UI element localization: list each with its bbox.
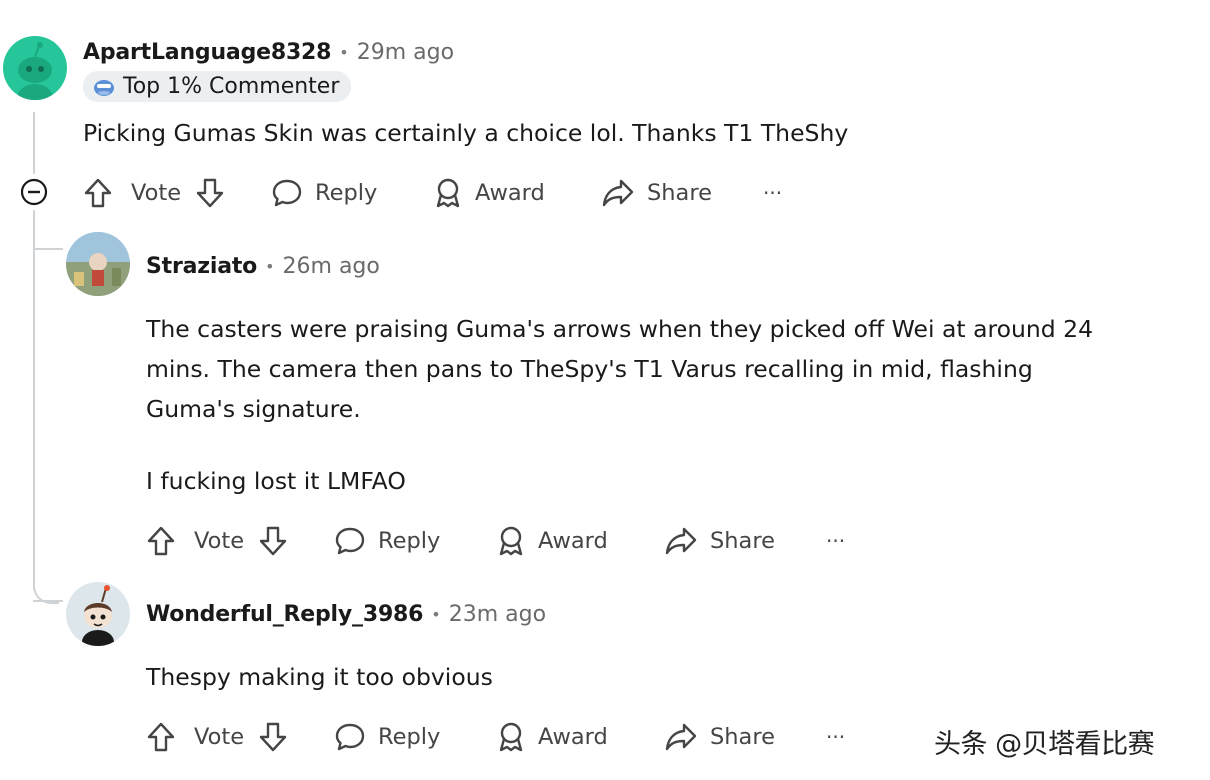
more-options-icon: ···	[826, 725, 846, 749]
upvote-icon[interactable]	[146, 721, 176, 753]
upvote-icon[interactable]	[146, 525, 176, 557]
share-button[interactable]: Share	[664, 716, 775, 758]
comment-text-line: Guma's signature.	[146, 395, 361, 423]
share-button[interactable]: Share	[601, 172, 712, 214]
avatar[interactable]	[66, 232, 130, 296]
vote-label: Vote	[131, 180, 182, 206]
comment-actions: Vote Reply Award Share ···	[83, 172, 803, 214]
reply-button[interactable]: Reply	[334, 716, 440, 758]
upvote-icon[interactable]	[83, 177, 113, 209]
comment-meta: ApartLanguage8328 • 29m ago	[83, 36, 454, 68]
share-label: Share	[710, 724, 775, 750]
separator-dot: •	[339, 42, 349, 62]
share-icon	[602, 179, 634, 207]
comment-text-line: The casters were praising Guma's arrows …	[146, 315, 1094, 343]
reply-icon	[335, 723, 365, 751]
snoo-avatar-icon	[82, 585, 114, 646]
award-button[interactable]: Award	[496, 520, 608, 562]
downvote-icon[interactable]	[258, 525, 288, 557]
vote-label: Vote	[194, 528, 245, 554]
downvote-icon[interactable]	[258, 721, 288, 753]
separator-dot: •	[431, 604, 441, 624]
share-label: Share	[710, 528, 775, 554]
comment-body: The casters were praising Guma's arrows …	[146, 309, 1093, 501]
username[interactable]: ApartLanguage8328	[83, 40, 331, 65]
more-options-button[interactable]: ···	[826, 716, 845, 758]
share-button[interactable]: Share	[664, 520, 775, 562]
comment-text-line: mins. The camera then pans to TheSpy's T…	[146, 355, 1033, 383]
comment-actions: Vote Reply Award Share ···	[146, 716, 866, 758]
username[interactable]: Straziato	[146, 254, 257, 279]
flair-badge-icon	[94, 79, 114, 96]
avatar[interactable]	[3, 36, 67, 100]
award-button[interactable]: Award	[433, 172, 545, 214]
more-options-icon: ···	[826, 529, 846, 553]
snoo-avatar-icon	[17, 42, 53, 100]
reply-button[interactable]: Reply	[334, 520, 440, 562]
comment-text-line: Picking Gumas Skin was certainly a choic…	[83, 119, 849, 147]
more-options-icon: ···	[763, 181, 783, 205]
vote-label: Vote	[194, 724, 245, 750]
username[interactable]: Wonderful_Reply_3986	[146, 602, 423, 627]
reply-icon	[335, 527, 365, 555]
user-flair: Top 1% Commenter	[83, 71, 352, 102]
vote-group: Vote	[146, 716, 288, 758]
timestamp[interactable]: 26m ago	[283, 254, 380, 279]
award-label: Award	[475, 180, 545, 206]
thread-line-main	[33, 210, 35, 590]
reply-label: Reply	[378, 528, 441, 554]
award-icon	[499, 526, 523, 556]
reply-button[interactable]: Reply	[271, 172, 377, 214]
reply-icon	[272, 179, 302, 207]
reply-label: Reply	[315, 180, 378, 206]
thread-line-main	[33, 112, 35, 174]
user-avatar-image	[66, 232, 130, 296]
comment-text-line: Thespy making it too obvious	[146, 663, 493, 691]
timestamp[interactable]: 29m ago	[357, 40, 454, 65]
collapse-thread-icon[interactable]	[20, 178, 48, 206]
vote-group: Vote	[83, 172, 225, 214]
comment-body: Thespy making it too obvious	[146, 657, 493, 697]
watermark: 头条 @贝塔看比赛	[934, 729, 1155, 760]
share-label: Share	[647, 180, 712, 206]
timestamp[interactable]: 23m ago	[449, 602, 546, 627]
comment-body: Picking Gumas Skin was certainly a choic…	[83, 113, 848, 153]
avatar[interactable]	[66, 582, 130, 646]
thread-line-reply	[33, 248, 63, 250]
separator-dot: •	[265, 256, 275, 276]
award-label: Award	[538, 528, 608, 554]
award-icon	[436, 178, 460, 208]
comment-meta: Wonderful_Reply_3986 • 23m ago	[146, 598, 546, 630]
more-options-button[interactable]: ···	[826, 520, 845, 562]
award-button[interactable]: Award	[496, 716, 608, 758]
award-icon	[499, 722, 523, 752]
flair-label: Top 1% Commenter	[123, 74, 340, 99]
award-label: Award	[538, 724, 608, 750]
reply-label: Reply	[378, 724, 441, 750]
share-icon	[665, 723, 697, 751]
share-icon	[665, 527, 697, 555]
comment-meta: Straziato • 26m ago	[146, 250, 380, 282]
comment-actions: Vote Reply Award Share ···	[146, 520, 866, 562]
downvote-icon[interactable]	[195, 177, 225, 209]
comment-text-line: I fucking lost it LMFAO	[146, 467, 406, 495]
vote-group: Vote	[146, 520, 288, 562]
more-options-button[interactable]: ···	[763, 172, 782, 214]
